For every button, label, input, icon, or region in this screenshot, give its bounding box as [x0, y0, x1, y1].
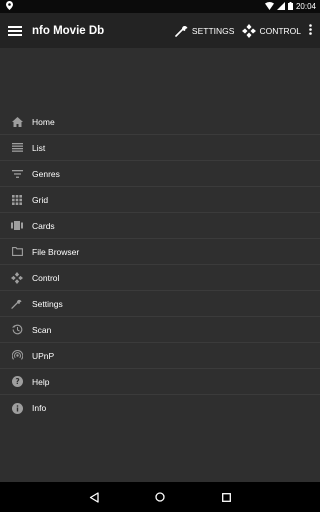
menu-item-label: Scan: [32, 324, 52, 335]
overflow-menu-icon[interactable]: [309, 22, 312, 40]
wifi-icon: [264, 1, 274, 12]
settings-button[interactable]: SETTINGS: [175, 25, 235, 37]
menu-item-cards[interactable]: Cards: [0, 213, 320, 239]
menu-item-scan[interactable]: Scan: [0, 317, 320, 343]
home-nav-icon[interactable]: [153, 490, 167, 504]
status-time: 20:04: [295, 2, 316, 11]
menu-item-label: UPnP: [32, 350, 55, 361]
info-icon: [11, 402, 23, 414]
control-label: CONTROL: [259, 25, 301, 36]
menu-item-label: File Browser: [32, 246, 80, 257]
menu-item-list[interactable]: List: [0, 135, 320, 161]
system-nav-bar: [0, 482, 320, 512]
recents-icon[interactable]: [219, 490, 233, 504]
menu-item-grid[interactable]: Grid: [0, 187, 320, 213]
status-bar: 20:04: [0, 0, 320, 13]
menu-item-control[interactable]: Control: [0, 265, 320, 291]
history-icon: [11, 324, 23, 336]
status-indicators: 20:04: [264, 1, 316, 12]
menu-item-help[interactable]: ? Help: [0, 369, 320, 395]
grid-icon: [11, 194, 23, 206]
wifi-tethering-icon: [11, 350, 23, 362]
signal-icon: [276, 1, 285, 12]
app-bar: nfo Movie Db SETTINGS CONTROL: [0, 13, 320, 48]
svg-text:?: ?: [15, 377, 19, 386]
menu-item-settings[interactable]: Settings: [0, 291, 320, 317]
help-icon: ?: [11, 376, 23, 388]
battery-icon: [287, 1, 293, 12]
menu-item-home[interactable]: Home: [0, 109, 320, 135]
cards-icon: [11, 220, 23, 232]
menu-item-label: List: [32, 142, 46, 153]
settings-label: SETTINGS: [191, 25, 235, 36]
folder-icon: [11, 246, 23, 258]
back-icon[interactable]: [87, 490, 101, 504]
nav-menu: Home List Genres Grid Cards File Browser: [0, 109, 320, 421]
list-icon: [11, 142, 23, 154]
menu-item-label: Settings: [32, 298, 63, 309]
menu-item-label: Info: [32, 403, 47, 413]
home-icon: [11, 116, 23, 128]
menu-icon[interactable]: [8, 25, 22, 36]
wrench-icon: [175, 25, 189, 37]
menu-item-label: Help: [32, 376, 50, 387]
wrench-icon: [11, 298, 23, 310]
menu-item-info[interactable]: Info: [0, 395, 320, 421]
menu-item-file-browser[interactable]: File Browser: [0, 239, 320, 265]
app-title: nfo Movie Db: [32, 24, 105, 37]
gamepad-icon: [242, 23, 257, 38]
filter-icon: [11, 168, 23, 180]
menu-item-label: Genres: [32, 168, 60, 179]
drawer-header: [0, 48, 320, 109]
control-button[interactable]: CONTROL: [242, 23, 301, 38]
menu-item-label: Grid: [32, 194, 49, 205]
menu-item-label: Control: [32, 272, 60, 283]
menu-item-genres[interactable]: Genres: [0, 161, 320, 187]
location-icon: [6, 1, 13, 12]
menu-item-label: Home: [32, 116, 55, 127]
menu-item-label: Cards: [32, 220, 55, 231]
menu-item-upnp[interactable]: UPnP: [0, 343, 320, 369]
gamepad-icon: [11, 271, 23, 284]
